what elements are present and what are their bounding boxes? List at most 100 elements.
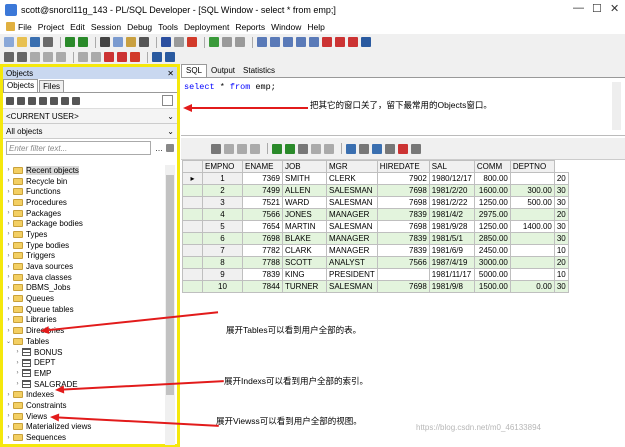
table-cell[interactable] [509,244,555,257]
minimize-icon[interactable]: — [573,2,584,14]
table-cell[interactable]: 7844 [242,280,283,293]
expand-icon[interactable]: › [14,370,21,376]
table-cell[interactable]: 1981/11/17 [428,268,475,281]
table-cell[interactable]: 10 [553,244,569,257]
row-indicator[interactable] [182,232,203,245]
tree-item-folder[interactable]: › Packages [3,208,164,219]
table-cell[interactable]: 7782 [242,244,283,257]
expand-icon[interactable]: › [5,296,12,302]
tree-item-folder[interactable]: › Constraints [3,400,164,411]
table-row[interactable]: ▸ 1 7369 SMITH CLERK 7902 1980/12/17 800.00 20 [182,172,569,185]
new-object-icon[interactable] [17,96,25,105]
add-row-icon[interactable] [224,143,234,154]
break-icon[interactable] [235,37,245,47]
table-cell[interactable]: JONES [282,208,327,221]
compile-icon[interactable] [30,52,40,62]
tree-item-folder[interactable]: › Type bodies [3,240,164,251]
table-cell[interactable] [509,172,555,185]
tile-vert-icon[interactable] [296,37,306,47]
table-cell[interactable]: 800.00 [473,172,511,185]
expand-icon[interactable]: › [5,424,12,430]
table-cell[interactable]: TURNER [282,280,327,293]
table-cell[interactable]: 2450.00 [473,244,511,257]
row-indicator[interactable] [182,244,203,257]
expand-icon[interactable]: › [5,264,12,270]
tree-item-folder[interactable]: › Recent objects [3,165,164,176]
column-header[interactable]: MGR [326,160,378,173]
table-cell[interactable]: BLAKE [282,232,327,245]
table-cell[interactable]: SALESMAN [326,220,378,233]
table-cell[interactable]: 30 [553,196,569,209]
table-cell[interactable]: 7566 [242,208,283,221]
table-cell[interactable]: 1981/9/28 [428,220,475,233]
panel-close-icon[interactable]: ✕ [167,69,174,78]
post-icon[interactable] [250,143,260,154]
menu-project[interactable]: Project [38,22,64,32]
collapse-icon[interactable]: ⌄ [5,338,12,345]
table-cell[interactable]: 7839 [376,244,430,257]
expand-icon[interactable]: › [5,178,12,184]
expand-icon[interactable]: › [5,231,12,237]
user-combo[interactable]: <CURRENT USER> ⌄ [3,109,177,124]
grid-options-icon[interactable] [411,143,421,154]
expand-icon[interactable]: › [5,285,12,291]
table-cell[interactable]: 1981/5/1 [428,232,475,245]
table-cell[interactable]: 7369 [242,172,283,185]
table-cell[interactable]: 1400.00 [509,220,555,233]
table-row[interactable]: 5 7654 MARTIN SALESMAN 7698 1981/9/28 1250.00 1… [182,220,569,233]
table-row[interactable]: 6 7698 BLAKE MANAGER 7839 1981/5/1 2850.00 30 [182,232,569,245]
undo-icon[interactable] [65,37,75,47]
save-grid-icon[interactable] [346,143,356,154]
table-cell[interactable]: MARTIN [282,220,327,233]
close-window-icon[interactable] [322,37,332,47]
search-icon[interactable] [39,96,47,105]
table-cell[interactable]: 2975.00 [473,208,511,221]
table-cell[interactable]: 1980/12/17 [428,172,475,185]
table-cell[interactable]: MANAGER [326,244,378,257]
bold-icon[interactable] [161,37,171,47]
table-cell[interactable]: SMITH [282,172,327,185]
expand-icon[interactable]: › [5,317,12,323]
expand-icon[interactable]: › [5,328,12,334]
cascade-icon[interactable] [283,37,293,47]
tree-scrollbar[interactable] [165,165,175,445]
table-cell[interactable]: 300.00 [509,184,555,197]
table-cell[interactable]: 1250.00 [473,220,511,233]
table-cell[interactable]: 7698 [376,196,430,209]
table-cell[interactable]: CLERK [326,172,378,185]
query-by-example-icon[interactable] [298,143,308,154]
delete-icon[interactable] [28,96,36,105]
menu-session[interactable]: Session [91,22,121,32]
filter-icon[interactable] [50,96,58,105]
break-red-icon[interactable] [130,52,140,62]
column-header[interactable]: JOB [282,160,327,173]
table-cell[interactable]: 10 [553,268,569,281]
expand-icon[interactable]: › [5,274,12,280]
expand-icon[interactable]: › [5,199,12,205]
table-cell[interactable] [509,232,555,245]
table-cell[interactable]: MANAGER [326,208,378,221]
table-row[interactable]: 9 7839 KING PRESIDENT 1981/11/17 5000.00 10 [182,268,569,281]
table-row[interactable]: 7 7782 CLARK MANAGER 7839 1981/6/9 2450.00 10 [182,244,569,257]
column-header[interactable]: SAL [428,160,475,173]
table-cell[interactable]: 7566 [376,256,430,269]
paste-icon[interactable] [126,37,136,47]
table-cell[interactable]: 7698 [376,280,430,293]
table-cell[interactable]: 1600.00 [473,184,511,197]
copy-icon[interactable] [113,37,123,47]
find-icon[interactable] [139,37,149,47]
table-cell[interactable]: 1981/2/20 [428,184,475,197]
commit-icon[interactable] [117,52,127,62]
tree-item-folder[interactable]: › Package bodies [3,218,164,229]
table-cell[interactable]: SALESMAN [326,184,378,197]
table-cell[interactable] [509,256,555,269]
row-indicator[interactable] [182,208,203,221]
column-header[interactable]: EMPNO [202,160,243,173]
lock-icon[interactable] [43,52,53,62]
new-icon[interactable] [4,37,14,47]
expand-icon[interactable]: › [5,435,12,441]
filter-input[interactable]: Enter filter text... [6,141,151,155]
table-cell[interactable]: 1250.00 [473,196,511,209]
chart-icon[interactable] [398,143,408,154]
export-icon[interactable] [372,143,382,154]
